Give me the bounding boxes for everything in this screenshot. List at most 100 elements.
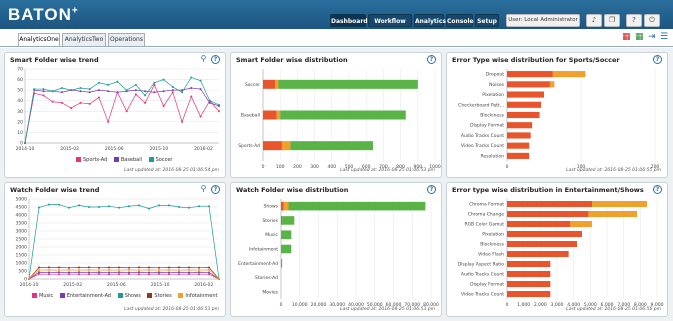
y-tick-label: 0 (20, 141, 23, 147)
bell-icon[interactable]: ♪ (586, 14, 602, 27)
data-point (88, 273, 90, 276)
tab-analytics-two[interactable]: AnalyticsTwo (62, 33, 106, 46)
bar-segment (507, 71, 553, 78)
category-label: Display Format (470, 123, 504, 129)
data-point (171, 91, 174, 94)
nav-analytics[interactable]: Analytics (414, 14, 446, 27)
nav-dashboard[interactable]: Dashboard (330, 14, 368, 27)
y-tick-label: 2000 (16, 245, 28, 251)
category-label: Infotainment (249, 247, 278, 253)
bar-segment (280, 110, 406, 120)
data-point (24, 142, 26, 144)
watch-folder-trend-panel: Watch Folder wise trend ⚲ ? 0 500 1000 1500… (4, 182, 226, 317)
bar-segment (290, 141, 374, 151)
data-point (107, 83, 110, 86)
tab-bar: AnalyticsOne AnalyticsTwo Operations ▦ ▦… (0, 29, 673, 47)
data-point (128, 205, 130, 208)
bar-segment (282, 216, 295, 225)
bar-segment (507, 221, 571, 227)
data-point (97, 96, 100, 99)
y-tick-label: 30 (17, 109, 23, 115)
bar-segment (507, 251, 569, 257)
data-point (88, 271, 90, 274)
data-point (125, 89, 128, 92)
y-tick-label: 0 (24, 277, 27, 283)
x-tick-label: 2015-02 (63, 282, 82, 288)
nav-console[interactable]: Console (446, 14, 474, 27)
data-point (134, 89, 137, 92)
data-point (51, 90, 54, 93)
data-point (98, 271, 100, 274)
category-label: Video Tracks Count (461, 143, 504, 149)
data-point (128, 266, 130, 269)
data-point (98, 206, 100, 208)
data-point (188, 268, 190, 271)
last-updated: Last updated at: 2016-08-25 01:06:53 pm (124, 307, 219, 312)
nav-setup[interactable]: Setup (475, 14, 499, 27)
category-label: Entertainment-Ad (238, 261, 278, 267)
data-point (88, 266, 90, 269)
baton-logo[interactable]: BATON+ (8, 5, 79, 25)
excel-export-icon[interactable]: ▦ (635, 32, 644, 42)
series-line (28, 271, 220, 280)
y-tick-label: 1500 (16, 253, 28, 259)
data-point (158, 204, 160, 207)
data-point (198, 273, 200, 276)
data-point (208, 273, 210, 276)
error-type-shows-panel: Error type wise distribution in Entertai… (446, 182, 668, 317)
error-type-shows-chart: 0 1,000 2,000 3,000 4,000 5,000 6,000 7,000 8,00… (458, 199, 664, 308)
help-icon[interactable]: ? (626, 14, 642, 27)
data-point (98, 273, 100, 276)
tab-analytics-one[interactable]: AnalyticsOne (18, 33, 60, 46)
error-type-soccer-panel: Error Type wise distribution for Sports/… (446, 52, 668, 178)
legend-swatch (147, 293, 153, 298)
bar-segment (281, 216, 283, 225)
data-point (178, 271, 180, 274)
x-tick-label: 2014-10 (16, 146, 35, 152)
bar-segment (507, 241, 577, 247)
watch-folder-distribution-chart: 0 10,000 20,000 30,000 40,000 50,000 60,000 70,… (238, 199, 439, 308)
nav-workflow-qc[interactable]: Workflow QC (368, 14, 412, 38)
data-point (208, 205, 210, 208)
add-widget-icon[interactable]: ⇥ (648, 32, 656, 42)
y-tick-label: 50 (17, 88, 23, 94)
data-point (198, 266, 200, 269)
tab-operations[interactable]: Operations (108, 33, 145, 46)
user-menu-button[interactable]: User: Local Administrator (506, 14, 580, 27)
power-icon[interactable]: ⏻ (644, 14, 660, 27)
copy-icon[interactable]: ❐ (604, 14, 620, 27)
data-point (199, 115, 202, 118)
bar-segment (276, 110, 281, 120)
data-point (42, 90, 45, 93)
data-point (118, 269, 120, 272)
bar-segment (263, 141, 282, 151)
bar-segment (281, 244, 292, 254)
data-point (134, 83, 137, 86)
dashboard-area: Smart Folder wise trend ⚲ ? 0 10 20 30 40 50 6… (0, 48, 673, 321)
x-tick-label: 2016-02 (194, 146, 213, 152)
data-point (208, 266, 210, 269)
watch-folder-distribution-panel: Watch Folder wise distribution ? 0 10,000… (230, 182, 442, 317)
bar-segment (507, 152, 530, 159)
data-point (171, 89, 174, 92)
data-point (42, 88, 45, 91)
data-point (188, 271, 190, 274)
data-point (171, 85, 174, 88)
data-point (48, 271, 50, 274)
bar-segment (507, 81, 550, 88)
category-label: Checkerboard Patt... (458, 102, 504, 108)
category-label: Blockiness (480, 113, 504, 119)
data-point (97, 89, 100, 92)
pdf-export-icon[interactable]: ▦ (622, 32, 631, 42)
data-point (168, 268, 170, 271)
data-point (68, 206, 70, 209)
series-line (24, 84, 220, 144)
data-point (58, 271, 60, 274)
bar-segment (592, 201, 647, 207)
data-point (199, 88, 202, 91)
data-point (79, 90, 82, 93)
data-point (68, 266, 70, 269)
bar-segment (507, 122, 533, 129)
menu-icon[interactable]: ☰ (660, 32, 668, 42)
data-point (116, 91, 119, 94)
